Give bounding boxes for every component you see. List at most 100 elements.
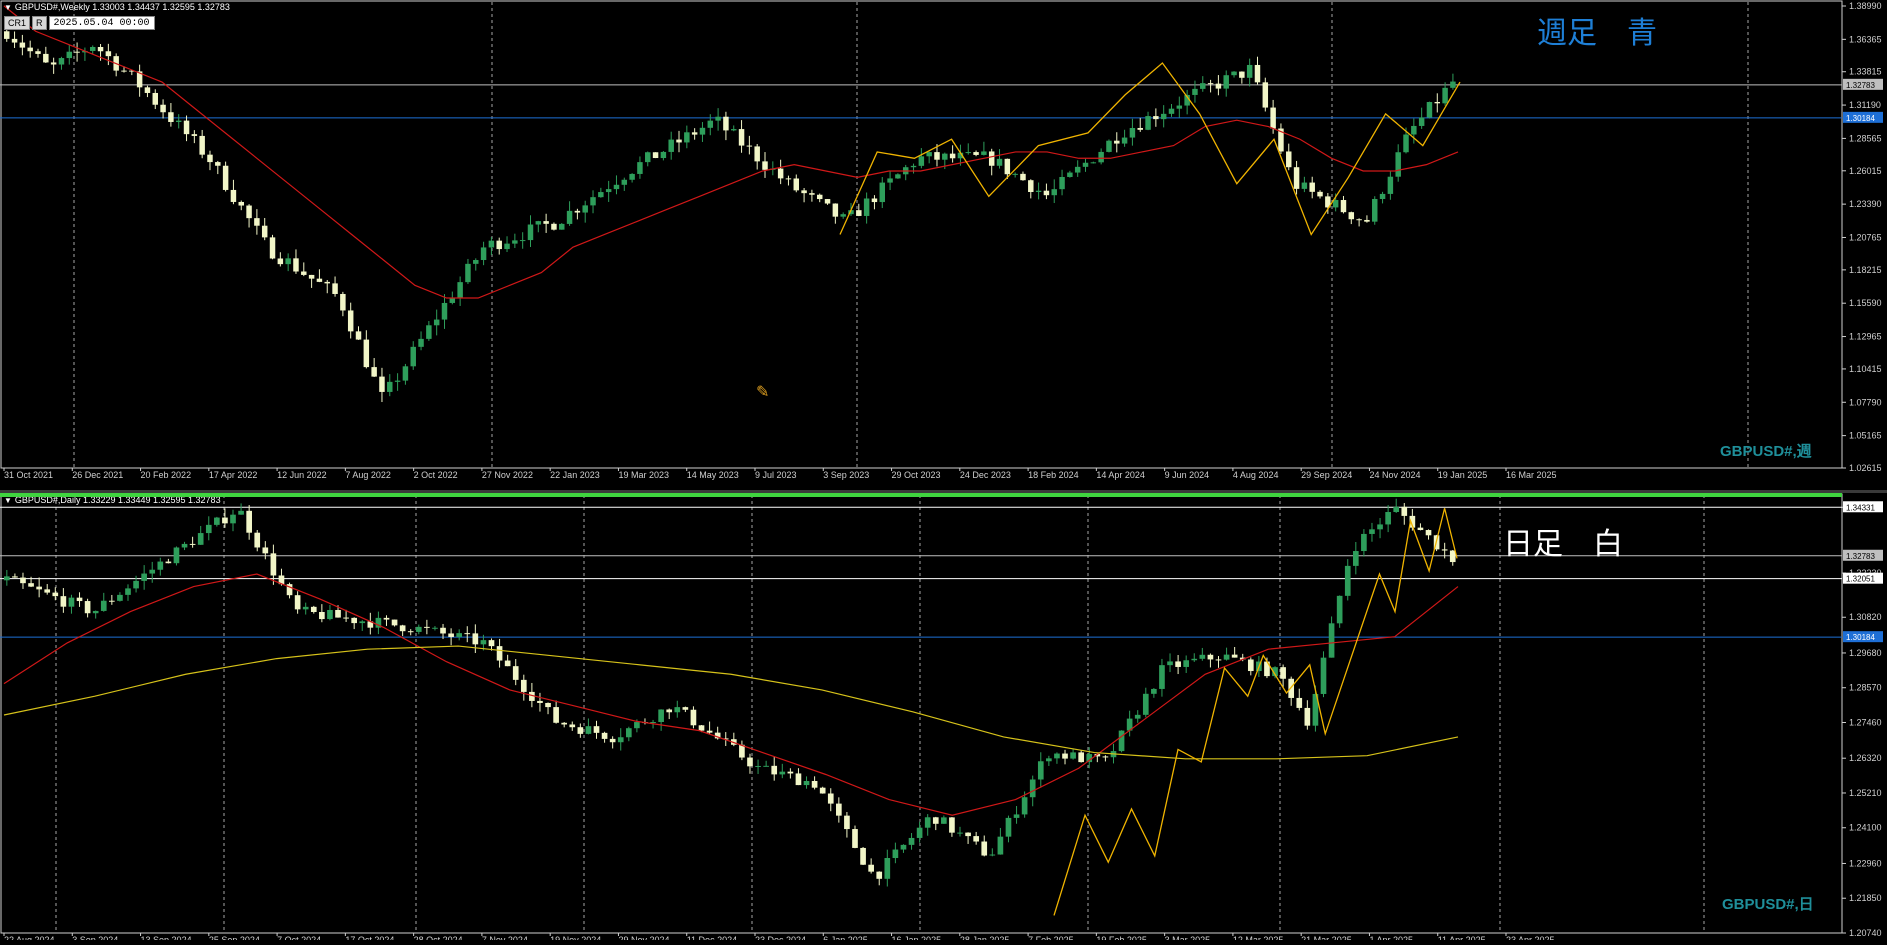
candle-body bbox=[1223, 75, 1229, 89]
candle-body bbox=[285, 258, 291, 265]
candle-body bbox=[1348, 212, 1355, 220]
candle-body bbox=[1012, 173, 1018, 175]
candle-body bbox=[355, 331, 362, 340]
candle-body bbox=[68, 597, 75, 607]
candle-body bbox=[433, 319, 440, 326]
candle-body bbox=[1369, 529, 1375, 534]
date-tick-label: 14 May 2023 bbox=[687, 470, 739, 480]
candle-body bbox=[637, 162, 643, 174]
candle-body bbox=[432, 627, 438, 629]
candle-body bbox=[1332, 200, 1339, 208]
candle-body bbox=[895, 174, 901, 179]
date-tick-label: 22 Jan 2023 bbox=[550, 470, 600, 480]
cr1-button[interactable]: CR1 bbox=[4, 16, 31, 30]
candle-body bbox=[1013, 814, 1020, 818]
weekly-chart-canvas[interactable]: 1.38990 1.36365 1.33815 1.31190 1.28565 1.260… bbox=[0, 0, 1887, 490]
date-tick-label: 1 Apr 2025 bbox=[1369, 935, 1413, 940]
candle-body bbox=[76, 597, 83, 602]
candle-body bbox=[480, 247, 487, 261]
candle-body bbox=[613, 184, 620, 190]
price-tick-label: 1.15590 bbox=[1849, 298, 1882, 308]
candle-body bbox=[415, 626, 422, 632]
level-tag-label: 1.30184 bbox=[1846, 114, 1875, 123]
candle-body bbox=[609, 738, 616, 743]
candle-body bbox=[1223, 654, 1230, 660]
price-tick-label: 1.31190 bbox=[1849, 100, 1881, 110]
daily-chart-pane[interactable]: 1.343311.322301.308201.296801.285701.274… bbox=[0, 493, 1887, 945]
weekly-chart-pane[interactable]: 1.38990 1.36365 1.33815 1.31190 1.28565 1.260… bbox=[0, 0, 1887, 490]
date-tick-label: 19 Feb 2025 bbox=[1096, 935, 1147, 940]
candle-body bbox=[480, 640, 487, 645]
candle-body bbox=[559, 223, 565, 230]
date-tick-label: 3 Sep 2024 bbox=[72, 935, 118, 940]
candle-body bbox=[351, 617, 357, 624]
candle-body bbox=[302, 606, 309, 610]
collapse-triangle-icon[interactable]: ▼ bbox=[4, 496, 12, 505]
candle-body bbox=[1417, 527, 1424, 531]
candle-body bbox=[181, 543, 188, 548]
candle-body bbox=[989, 854, 996, 856]
candle-body bbox=[793, 178, 800, 191]
candle-body bbox=[910, 165, 917, 168]
date-tick-label: 29 Sep 2024 bbox=[1301, 470, 1352, 480]
candle-body bbox=[706, 730, 713, 733]
candle-body bbox=[335, 609, 341, 618]
candle-body bbox=[863, 198, 870, 216]
date-tick-label: 19 Jan 2025 bbox=[1438, 470, 1488, 480]
candle-body bbox=[1106, 140, 1112, 152]
collapse-triangle-icon[interactable]: ▼ bbox=[4, 3, 12, 12]
candle-body bbox=[1393, 506, 1400, 513]
date-tick-label: 4 Aug 2024 bbox=[1233, 470, 1279, 480]
candle-body bbox=[803, 780, 810, 786]
candle-body bbox=[189, 543, 196, 545]
zigzag-line bbox=[839, 62, 1461, 236]
pencil-icon: ✎ bbox=[756, 384, 770, 401]
candle-body bbox=[1286, 151, 1292, 168]
candle-body bbox=[957, 832, 963, 834]
candle-body bbox=[1200, 83, 1206, 89]
candle-body bbox=[747, 757, 753, 767]
moving-average-red bbox=[3, 5, 1459, 299]
date-tick-label: 7 Nov 2024 bbox=[482, 935, 528, 940]
candle-body bbox=[191, 134, 198, 136]
candle-body bbox=[650, 721, 656, 723]
candle-body bbox=[254, 218, 260, 226]
candle-body bbox=[1142, 693, 1149, 715]
candle-body bbox=[698, 725, 705, 731]
date-field[interactable]: 2025.05.04 00:00 bbox=[48, 16, 155, 30]
candle-body bbox=[4, 31, 10, 39]
candle-body bbox=[590, 197, 596, 206]
candle-body bbox=[277, 258, 284, 265]
candle-body bbox=[981, 841, 988, 856]
candle-body bbox=[871, 198, 878, 203]
candle-body bbox=[779, 771, 786, 775]
candle-body bbox=[144, 87, 151, 93]
candle-body bbox=[996, 158, 1003, 166]
candle-body bbox=[1037, 761, 1044, 780]
r-button[interactable]: R bbox=[32, 16, 47, 30]
candle-body bbox=[941, 817, 947, 824]
candle-body bbox=[43, 53, 49, 63]
candle-body bbox=[1074, 166, 1081, 173]
candle-body bbox=[205, 524, 212, 534]
date-tick-label: 28 Jan 2025 bbox=[960, 935, 1010, 940]
candle-body bbox=[160, 104, 166, 113]
price-tick-label: 1.27460 bbox=[1849, 717, 1882, 727]
candle-body bbox=[1199, 654, 1206, 659]
candle-body bbox=[844, 815, 850, 830]
candle-body bbox=[787, 771, 794, 774]
candle-body bbox=[391, 619, 398, 626]
candle-body bbox=[230, 514, 236, 524]
candle-body bbox=[676, 139, 682, 143]
candle-body bbox=[1401, 506, 1408, 516]
candle-body bbox=[238, 201, 244, 206]
level-tag-label: 1.32051 bbox=[1846, 575, 1875, 584]
date-tick-label: 7 Feb 2025 bbox=[1028, 935, 1074, 940]
date-tick-label: 23 Apr 2025 bbox=[1506, 935, 1555, 940]
candle-body bbox=[1247, 659, 1254, 672]
candle-body bbox=[343, 617, 349, 619]
candle-body bbox=[332, 283, 338, 294]
candle-body bbox=[1082, 162, 1089, 167]
candle-body bbox=[1449, 550, 1456, 563]
candle-body bbox=[394, 380, 401, 382]
